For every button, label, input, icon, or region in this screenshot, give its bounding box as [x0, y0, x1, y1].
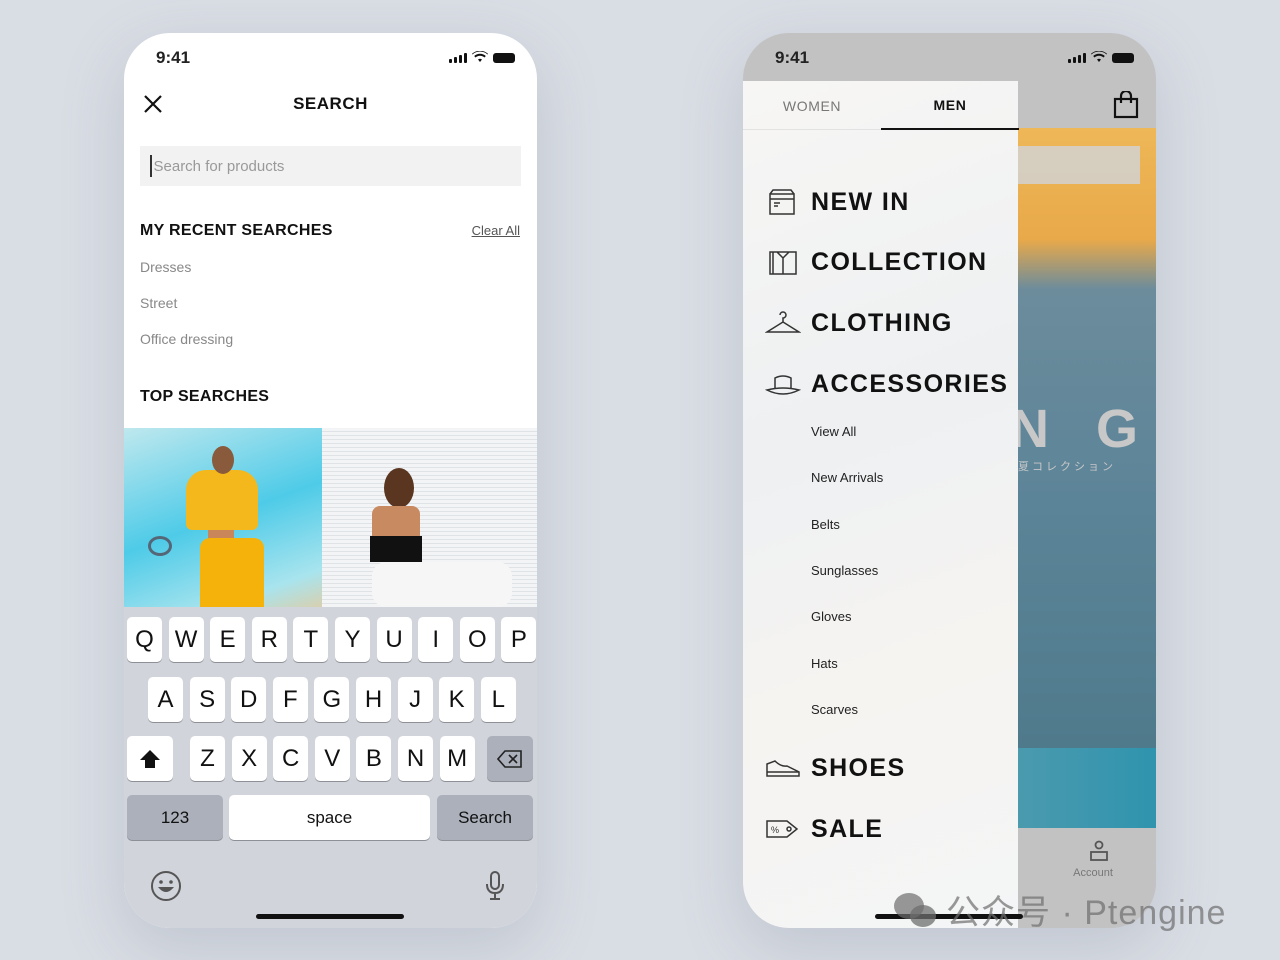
home-indicator — [256, 914, 404, 919]
signal-icon — [1068, 53, 1086, 63]
recent-search-item[interactable]: Street — [140, 295, 177, 311]
submenu-item[interactable]: New Arrivals — [811, 470, 883, 485]
search-input[interactable]: Search for products — [140, 146, 521, 186]
status-bar: 9:41 — [743, 33, 1156, 81]
box-icon — [769, 189, 795, 215]
wifi-icon — [472, 51, 488, 62]
key-e[interactable]: E — [210, 617, 246, 662]
backspace-icon — [497, 749, 522, 768]
status-time: 9:41 — [156, 48, 191, 67]
key-o[interactable]: O — [459, 617, 495, 662]
top-search-photo[interactable] — [124, 428, 322, 607]
top-searches-heading: TOP SEARCHES — [140, 388, 270, 405]
key-s[interactable]: S — [189, 677, 225, 722]
shopping-bag-icon[interactable] — [1113, 91, 1139, 119]
recent-searches-heading: MY RECENT SEARCHES — [140, 222, 333, 239]
key-w[interactable]: W — [168, 617, 204, 662]
menu-item-shoes[interactable]: SHOES — [811, 754, 906, 783]
shirt-icon — [769, 251, 797, 275]
submenu-item[interactable]: Sunglasses — [811, 563, 878, 578]
keyboard: 123 space Search QWERTYUIOP ASDFGHJKL ZXCV… — [124, 607, 537, 928]
menu-item-clothing[interactable]: CLOTHING — [811, 309, 953, 338]
key-j[interactable]: J — [397, 677, 433, 722]
key-a[interactable]: A — [148, 677, 183, 722]
key-x[interactable]: X — [231, 736, 267, 781]
menu-item-new-in[interactable]: NEW IN — [811, 188, 910, 217]
navigation-drawer: WOMEN MEN NEW IN COLLECTION CLOTHING ACC… — [743, 81, 1019, 928]
wifi-icon — [1091, 51, 1107, 62]
key-y[interactable]: Y — [335, 617, 370, 662]
tag-icon: % — [766, 820, 799, 838]
key-d[interactable]: D — [231, 677, 267, 722]
key-p[interactable]: P — [501, 617, 537, 662]
account-label: Account — [1073, 867, 1113, 879]
account-icon — [1090, 840, 1108, 861]
banner-text: N G — [1010, 399, 1155, 459]
shift-icon — [140, 749, 160, 768]
key-n[interactable]: N — [398, 736, 433, 781]
key-v[interactable]: V — [314, 736, 350, 781]
key-m[interactable]: M — [439, 736, 475, 781]
numbers-key[interactable]: 123 — [127, 795, 223, 840]
signal-icon — [449, 53, 467, 63]
teal-banner — [1018, 748, 1156, 828]
recent-search-item[interactable]: Office dressing — [140, 331, 233, 347]
key-z[interactable]: Z — [190, 736, 225, 781]
status-time: 9:41 — [775, 48, 810, 67]
key-l[interactable]: L — [480, 677, 516, 722]
microphone-icon[interactable] — [484, 870, 506, 902]
battery-icon — [1112, 53, 1134, 63]
svg-text:%: % — [771, 825, 779, 835]
backspace-key[interactable] — [487, 736, 533, 781]
key-u[interactable]: U — [376, 617, 412, 662]
shoe-icon — [766, 760, 800, 777]
status-bar: 9:41 — [124, 33, 537, 81]
hanger-icon — [765, 311, 801, 333]
clear-all-link[interactable]: Clear All — [472, 223, 520, 238]
key-f[interactable]: F — [272, 677, 308, 722]
banner-subtitle: 夏コレクション — [1018, 461, 1116, 473]
top-search-photo[interactable] — [322, 428, 537, 607]
search-key[interactable]: Search — [437, 795, 533, 840]
search-screen: 9:41 SEARCH Search for products MY RECEN… — [124, 33, 537, 928]
watermark: 公众号 · Ptengine — [892, 885, 1226, 934]
tab-women[interactable]: WOMEN — [743, 81, 881, 130]
menu-screen: N G 夏コレクション Account 9:41 WOMEN MEN NEW I… — [743, 33, 1156, 928]
tab-men[interactable]: MEN — [881, 81, 1019, 130]
menu-item-accessories[interactable]: ACCESSORIES — [811, 370, 1008, 399]
submenu-item[interactable]: Hats — [811, 656, 838, 671]
space-key[interactable]: space — [229, 795, 430, 840]
emoji-icon[interactable] — [150, 870, 182, 902]
battery-icon — [493, 53, 515, 63]
key-h[interactable]: H — [356, 677, 391, 722]
submenu-item[interactable]: Belts — [811, 517, 840, 532]
key-i[interactable]: I — [418, 617, 454, 662]
submenu-item[interactable]: Gloves — [811, 609, 851, 624]
menu-item-collection[interactable]: COLLECTION — [811, 248, 988, 277]
shift-key[interactable] — [127, 736, 173, 781]
key-t[interactable]: T — [293, 617, 329, 662]
key-q[interactable]: Q — [127, 617, 162, 662]
key-k[interactable]: K — [439, 677, 475, 722]
page-title: SEARCH — [293, 94, 368, 113]
hat-icon — [765, 375, 801, 395]
watermark-text: 公众号 · Ptengine — [946, 894, 1227, 932]
menu-item-sale[interactable]: SALE — [811, 815, 883, 844]
submenu-item[interactable]: View All — [811, 424, 856, 439]
wechat-logo-icon — [894, 892, 936, 927]
recent-search-item[interactable]: Dresses — [140, 259, 191, 275]
account-tab[interactable]: Account — [1073, 840, 1116, 879]
key-b[interactable]: B — [356, 736, 392, 781]
key-c[interactable]: C — [273, 736, 309, 781]
hero-image: N G 夏コレクション — [1010, 128, 1156, 748]
key-g[interactable]: G — [314, 677, 350, 722]
search-bar-background — [1018, 146, 1140, 184]
submenu-item[interactable]: Scarves — [811, 702, 858, 717]
key-r[interactable]: R — [251, 617, 287, 662]
